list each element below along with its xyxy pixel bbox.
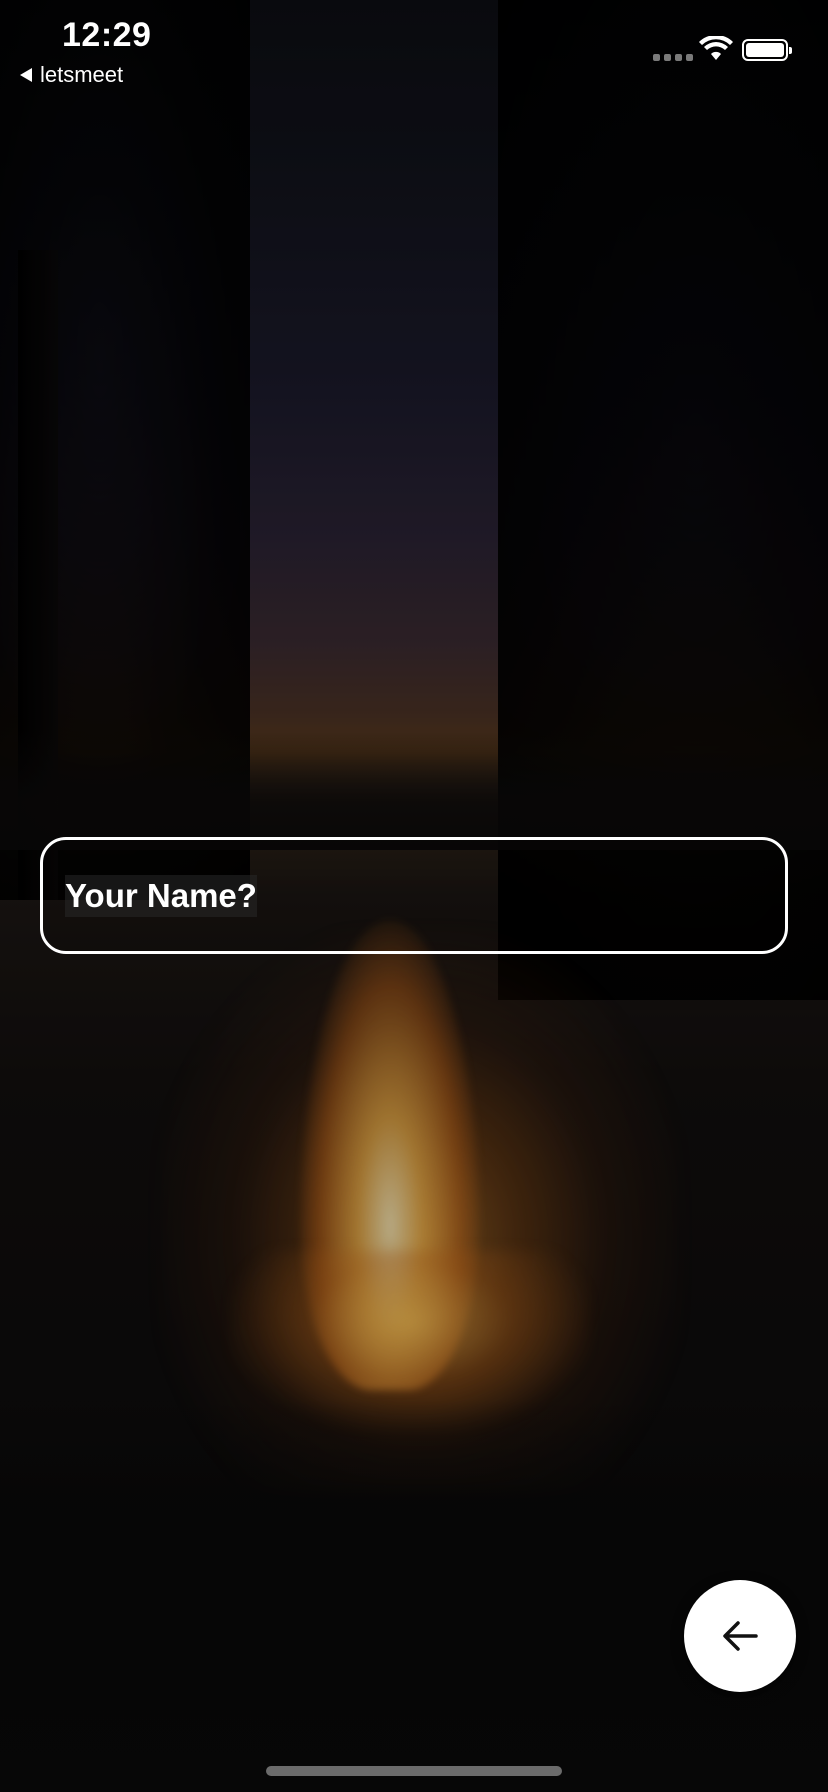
signal-icon: [653, 54, 693, 61]
wifi-icon: [699, 36, 733, 60]
back-button[interactable]: [684, 1580, 796, 1692]
status-bar: 12:29 letsmeet: [0, 0, 828, 100]
screen: 12:29 letsmeet Your Name?: [0, 0, 828, 1792]
arrow-left-icon: [723, 1621, 758, 1651]
status-time: 12:29: [62, 16, 152, 54]
back-app-label: letsmeet: [40, 62, 124, 87]
back-triangle-icon: [20, 68, 32, 82]
back-to-app-link[interactable]: letsmeet: [20, 62, 123, 88]
name-input-placeholder: Your Name?: [65, 874, 257, 917]
battery-icon: [742, 39, 792, 61]
home-indicator[interactable]: [266, 1766, 562, 1776]
name-input[interactable]: Your Name?: [40, 837, 788, 954]
